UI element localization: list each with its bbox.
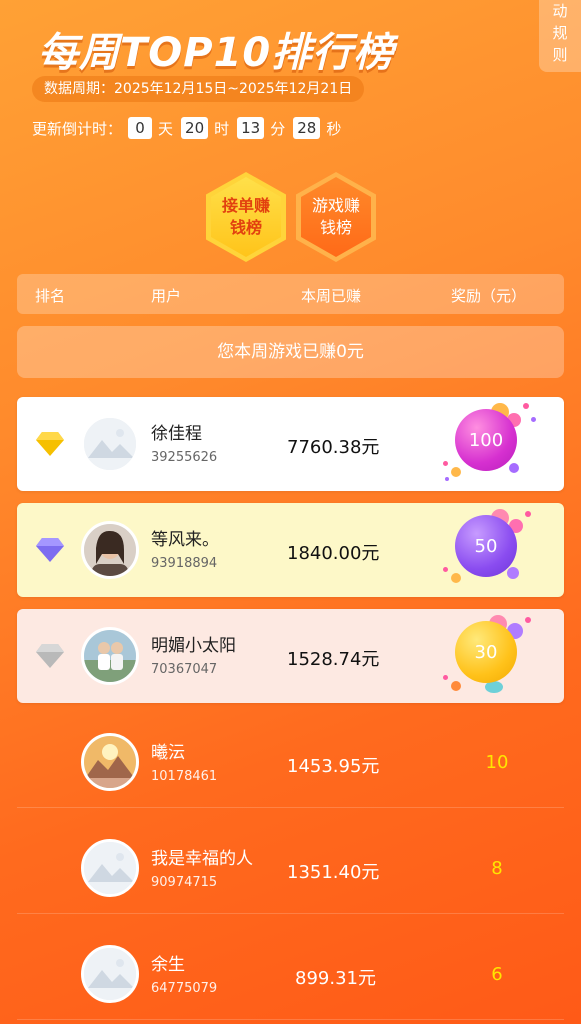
user-id: 93918894 [151, 556, 218, 571]
tab-label-line2: 钱榜 [319, 218, 352, 237]
avatar [81, 521, 139, 579]
rules-char-2: 规 [552, 24, 568, 42]
table-row: 我是幸福的人 90974715 1351.40元 8 [17, 822, 564, 914]
table-row: 明媚小太阳 70367047 1528.74元 30 [17, 609, 564, 703]
reward-bubble: 100 [439, 401, 549, 489]
user-id: 70367047 [151, 662, 218, 677]
silver-diamond-icon [36, 644, 64, 668]
table-row: 余生 64775079 899.31元 6 [17, 928, 564, 1020]
data-period: 数据周期：2025年12月15日~2025年12月21日 [32, 76, 365, 102]
gold-diamond-icon [36, 432, 64, 456]
table-header: 排名 用户 本周已赚 奖励（元） [17, 274, 564, 314]
avatar [81, 839, 139, 897]
user-id: 64775079 [151, 981, 218, 996]
tab-order-earning-rank[interactable]: 接单赚 钱榜 [206, 172, 286, 262]
reward-amount: 10 [485, 752, 509, 773]
countdown-minutes: 13 [237, 117, 265, 139]
tab-label-line1: 游戏赚 [311, 196, 360, 215]
weekly-earned: 1453.95元 [287, 756, 380, 777]
table-row: 曦沄 10178461 1453.95元 10 [17, 716, 564, 808]
countdown-hours: 20 [181, 117, 209, 139]
tab-label-line1: 接单赚 [221, 196, 270, 215]
countdown-hours-unit: 时 [214, 119, 230, 138]
countdown-days: 0 [128, 117, 153, 139]
avatar [81, 415, 139, 473]
my-weekly-earnings: 您本周游戏已赚0元 [17, 326, 564, 378]
reward-amount: 8 [491, 858, 503, 879]
user-name: 等风来。 [151, 530, 219, 550]
countdown-minutes-unit: 分 [270, 119, 286, 138]
header-rank: 排名 [35, 287, 66, 305]
header-earned: 本周已赚 [301, 287, 362, 305]
user-id: 10178461 [151, 769, 218, 784]
tab-game-earning-rank[interactable]: 游戏赚 钱榜 [296, 172, 376, 262]
avatar [81, 733, 139, 791]
header-user: 用户 [151, 287, 182, 305]
weekly-earned: 1840.00元 [287, 543, 380, 564]
weekly-earned: 899.31元 [295, 968, 376, 989]
page-title: 每周TOP10排行榜 [38, 30, 395, 76]
countdown-seconds-unit: 秒 [326, 119, 342, 138]
tab-label-line2: 钱榜 [229, 218, 262, 237]
rules-button[interactable]: 动 规 则 [539, 0, 581, 72]
reward-bubble-value: 30 [455, 621, 517, 683]
countdown-seconds: 28 [293, 117, 321, 139]
reward-bubble-value: 50 [455, 515, 517, 577]
update-countdown: 更新倒计时： 0 天 20 时 13 分 28 秒 [32, 116, 343, 140]
rules-char-1: 动 [552, 2, 568, 20]
user-name: 曦沄 [151, 743, 185, 763]
avatar [81, 627, 139, 685]
weekly-earned: 1351.40元 [287, 862, 380, 883]
user-id: 90974715 [151, 875, 218, 890]
rules-char-3: 则 [552, 46, 568, 64]
reward-bubble: 30 [439, 613, 549, 701]
user-name: 余生 [151, 955, 185, 975]
user-id: 39255626 [151, 450, 218, 465]
user-name: 明媚小太阳 [151, 636, 236, 656]
weekly-earned: 7760.38元 [287, 437, 380, 458]
countdown-label: 更新倒计时： [32, 119, 123, 138]
header-reward: 奖励（元） [451, 287, 527, 305]
avatar [81, 945, 139, 1003]
table-row: 等风来。 93918894 1840.00元 50 [17, 503, 564, 597]
reward-amount: 6 [491, 964, 503, 985]
weekly-earned: 1528.74元 [287, 649, 380, 670]
table-row: 徐佳程 39255626 7760.38元 100 [17, 397, 564, 491]
reward-bubble-value: 100 [455, 409, 517, 471]
user-name: 我是幸福的人 [151, 849, 253, 869]
reward-bubble: 50 [439, 507, 549, 595]
countdown-days-unit: 天 [158, 119, 174, 138]
purple-diamond-icon [36, 538, 64, 562]
user-name: 徐佳程 [151, 424, 202, 444]
